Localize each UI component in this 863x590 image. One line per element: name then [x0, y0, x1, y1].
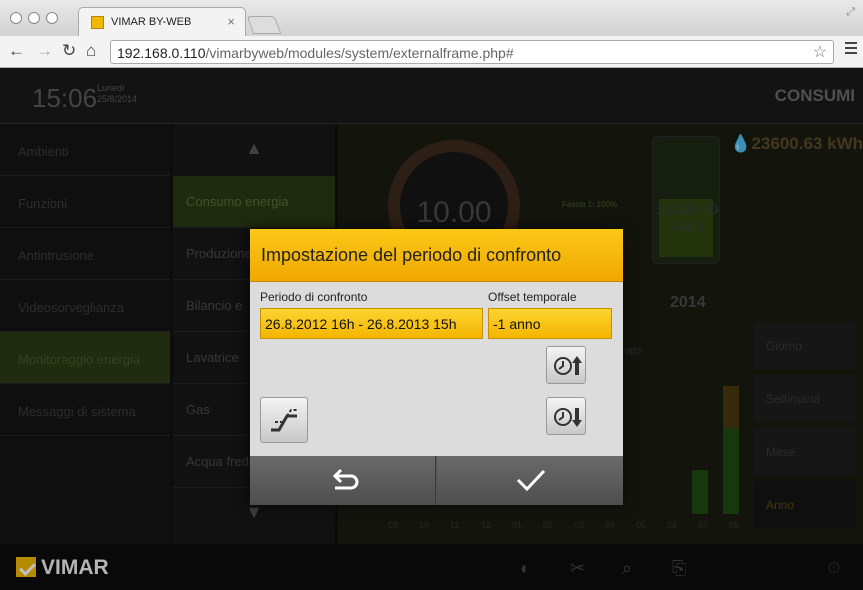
- home-icon[interactable]: ⌂: [86, 41, 96, 61]
- offset-decrease-button[interactable]: [546, 397, 586, 435]
- clock-down-icon: [554, 408, 582, 427]
- menu-icon[interactable]: [845, 42, 857, 56]
- period-label: Periodo di confronto: [260, 290, 368, 304]
- browser-toolbar: ← → ↻ ⌂ 192.168.0.110/vimarbyweb/modules…: [0, 36, 863, 68]
- close-tab-icon[interactable]: ×: [227, 14, 235, 29]
- url-path: /vimarbyweb/modules/system/externalframe…: [205, 45, 514, 61]
- back-button[interactable]: [250, 456, 436, 505]
- vimar-favicon-icon: [91, 16, 104, 29]
- url-host: 192.168.0.110: [117, 45, 206, 61]
- offset-increase-button[interactable]: [546, 346, 586, 384]
- compare-trend-icon: [271, 409, 297, 432]
- dialog-footer: [250, 456, 623, 505]
- close-window-button[interactable]: [10, 12, 22, 24]
- return-arrow-icon: [332, 468, 358, 490]
- dialog-header: Impostazione del periodo di confronto: [250, 229, 623, 282]
- checkmark-icon: [516, 469, 546, 492]
- fullscreen-icon[interactable]: ⤢: [846, 6, 855, 19]
- tab-title: VIMAR BY-WEB: [111, 16, 192, 28]
- zoom-window-button[interactable]: [46, 12, 58, 24]
- address-bar[interactable]: 192.168.0.110/vimarbyweb/modules/system/…: [110, 40, 834, 64]
- period-field[interactable]: 26.8.2012 16h - 26.8.2013 15h: [260, 308, 483, 339]
- new-tab-button[interactable]: [246, 16, 282, 34]
- forward-icon[interactable]: →: [36, 41, 53, 61]
- compare-period-dialog: Impostazione del periodo di confronto Pe…: [250, 229, 623, 505]
- compare-toggle-button[interactable]: [260, 397, 308, 443]
- back-icon[interactable]: ←: [8, 41, 25, 61]
- offset-field[interactable]: -1 anno: [488, 308, 612, 339]
- browser-titlebar: VIMAR BY-WEB × ⤢: [0, 0, 863, 36]
- clock-up-icon: [554, 356, 582, 375]
- confirm-button[interactable]: [437, 456, 623, 505]
- dialog-title: Impostazione del periodo di confronto: [261, 245, 562, 265]
- reload-icon[interactable]: ↻: [62, 41, 76, 61]
- bookmark-star-icon[interactable]: ☆: [813, 42, 827, 62]
- minimize-window-button[interactable]: [28, 12, 40, 24]
- browser-tab[interactable]: VIMAR BY-WEB ×: [78, 7, 246, 36]
- offset-label: Offset temporale: [488, 290, 577, 304]
